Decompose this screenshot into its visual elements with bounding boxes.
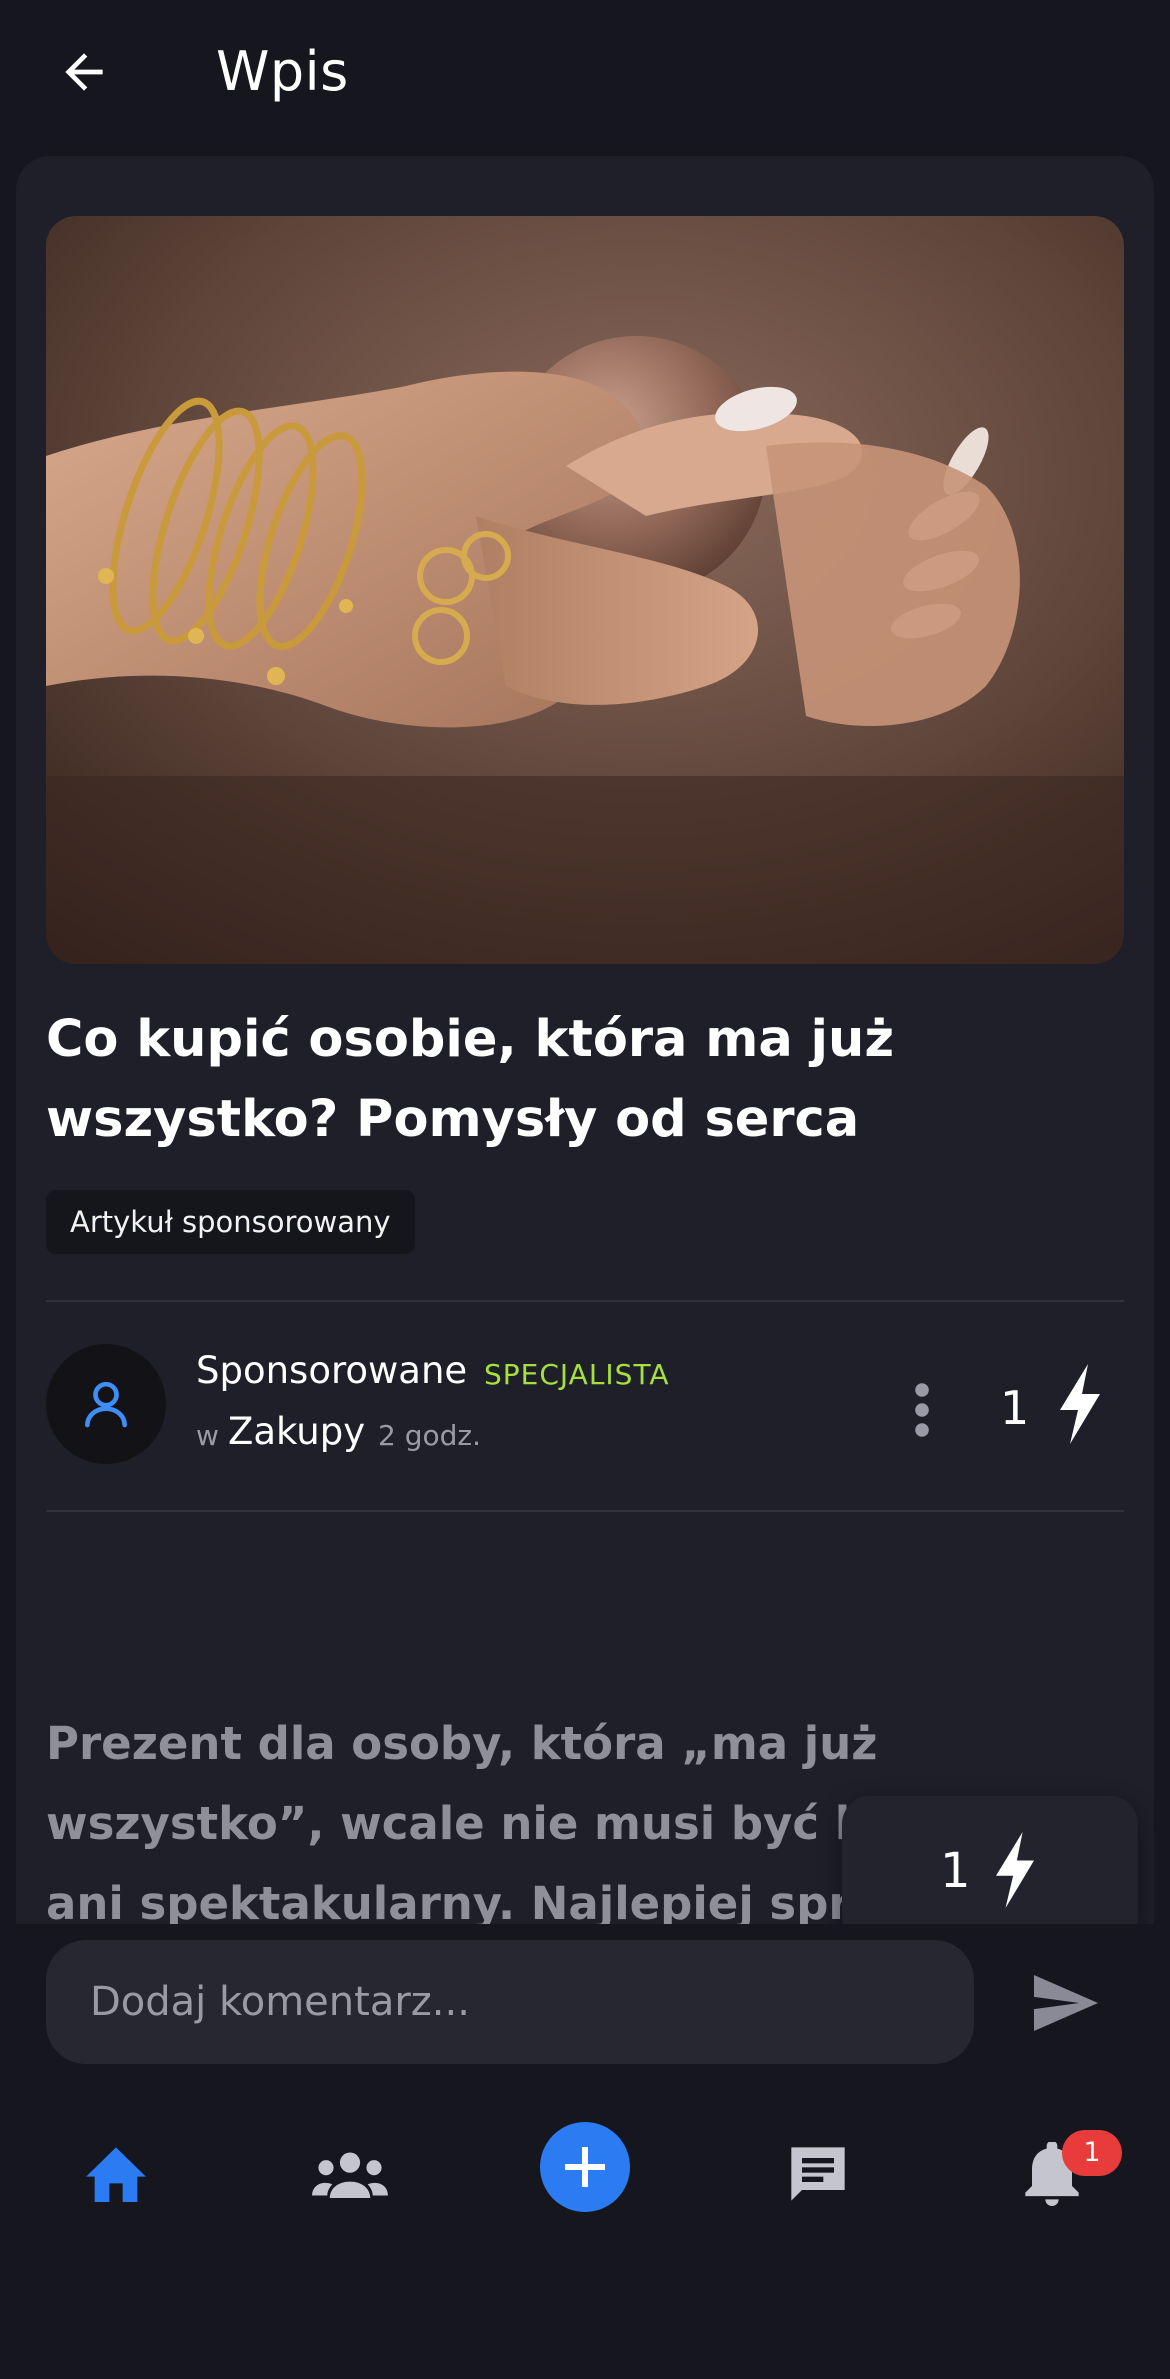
boost-count: 1 bbox=[1000, 1381, 1030, 1435]
send-icon bbox=[1034, 1975, 1098, 2031]
post-image[interactable] bbox=[46, 216, 1124, 964]
lightning-icon bbox=[996, 1832, 1034, 1908]
author-badge: SPECJALISTA bbox=[484, 1358, 670, 1391]
floating-boost-button[interactable]: 1 bbox=[842, 1796, 1138, 1926]
nav-messages[interactable] bbox=[768, 2124, 868, 2224]
divider bbox=[46, 1510, 1124, 1512]
arrow-left-icon bbox=[65, 53, 103, 91]
group-icon bbox=[312, 2152, 388, 2198]
category-prefix: w bbox=[196, 1419, 219, 1452]
bottom-navigation: 1 bbox=[0, 2084, 1170, 2379]
add-post-button[interactable] bbox=[540, 2122, 630, 2212]
more-vertical-icon bbox=[915, 1383, 929, 1437]
comment-composer bbox=[0, 1924, 1170, 2084]
nav-groups[interactable] bbox=[300, 2124, 400, 2224]
send-button[interactable] bbox=[1026, 1968, 1106, 2038]
chat-icon bbox=[791, 2147, 845, 2201]
post-title: Co kupić osobie, która ma już wszystko? … bbox=[46, 1010, 894, 1149]
user-icon bbox=[85, 1381, 127, 1428]
lightning-icon[interactable] bbox=[1056, 1364, 1104, 1444]
author-name[interactable]: Sponsorowane bbox=[196, 1346, 467, 1396]
add-icon bbox=[565, 2147, 605, 2187]
home-icon bbox=[86, 2147, 146, 2202]
app-header: Wpis bbox=[0, 0, 1170, 150]
divider bbox=[46, 1300, 1124, 1302]
comment-input[interactable] bbox=[46, 1940, 974, 2064]
post-card: Co kupić osobie, która ma już wszystko? … bbox=[16, 156, 1154, 1926]
author-avatar[interactable] bbox=[46, 1344, 166, 1464]
page-title: Wpis bbox=[216, 40, 349, 103]
category-link[interactable]: Zakupy bbox=[228, 1404, 365, 1460]
back-button[interactable] bbox=[48, 36, 120, 108]
notification-badge: 1 bbox=[1062, 2130, 1122, 2176]
post-time: 2 godz. bbox=[378, 1419, 481, 1452]
sponsored-tag: Artykuł sponsorowany bbox=[46, 1190, 415, 1254]
more-options-button[interactable] bbox=[896, 1374, 948, 1446]
floating-boost-count: 1 bbox=[940, 1843, 971, 1899]
nav-home[interactable] bbox=[66, 2124, 166, 2224]
